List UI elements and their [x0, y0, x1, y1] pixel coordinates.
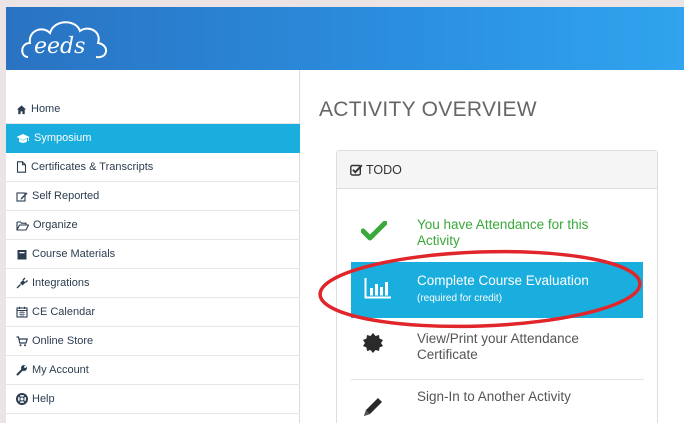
app-window: eeds Home Symposium Certificates & Trans…	[6, 7, 684, 423]
sidebar-item-home[interactable]: Home	[6, 95, 300, 124]
folder-open-icon	[16, 220, 29, 231]
bar-chart-icon	[364, 278, 391, 299]
top-header: eeds	[6, 7, 684, 70]
todo-item-text: Sign-In to Another Activity	[417, 389, 571, 404]
home-icon	[16, 104, 27, 114]
sidebar-item-help[interactable]: Help	[6, 385, 300, 414]
complete-evaluation-button[interactable]: Complete Course Evaluation (required for…	[351, 262, 643, 318]
sidebar-item-label: CE Calendar	[32, 306, 95, 318]
todo-item-certificate[interactable]: View/Print your Attendance Certificate	[337, 321, 657, 376]
certificate-icon	[363, 333, 383, 353]
sidebar: Home Symposium Certificates & Transcript…	[6, 70, 300, 423]
plug-icon	[16, 277, 28, 289]
graduation-cap-icon	[16, 133, 30, 143]
calendar-icon	[16, 306, 28, 318]
todo-item-subtext: (required for credit)	[417, 293, 503, 304]
todo-heading-label: TODO	[366, 162, 402, 177]
checkmark-icon	[361, 221, 387, 241]
sidebar-item-certificates[interactable]: Certificates & Transcripts	[6, 153, 300, 182]
todo-item-text: View/Print your Attendance Certificate	[417, 331, 579, 362]
logo-text: eeds	[34, 34, 85, 59]
sidebar-item-label: Certificates & Transcripts	[31, 161, 154, 173]
sidebar-item-label: Home	[31, 103, 61, 115]
edit-icon	[16, 191, 28, 202]
sidebar-item-self-reported[interactable]: Self Reported	[6, 182, 300, 211]
todo-divider	[351, 379, 644, 380]
checkbox-checked-icon	[350, 164, 363, 176]
sidebar-item-online-store[interactable]: Online Store	[6, 327, 300, 356]
todo-item-text: Complete Course Evaluation	[417, 273, 589, 288]
life-ring-icon	[16, 393, 28, 405]
book-icon	[17, 249, 27, 259]
todo-item-sign-in[interactable]: Sign-In to Another Activity	[337, 381, 657, 423]
sidebar-item-integrations[interactable]: Integrations	[6, 269, 300, 298]
sidebar-item-label: Organize	[33, 219, 78, 231]
sidebar-item-symposium[interactable]: Symposium	[6, 124, 300, 153]
main-content: ACTIVITY OVERVIEW TODO You have Attendan…	[301, 70, 684, 423]
pencil-icon	[364, 398, 382, 416]
sidebar-item-label: Help	[32, 393, 55, 405]
sidebar-item-label: My Account	[32, 364, 89, 376]
sidebar-item-my-account[interactable]: My Account	[6, 356, 300, 385]
sidebar-item-label: Online Store	[32, 335, 94, 347]
todo-panel-heading: TODO	[337, 151, 657, 189]
sidebar-item-label: Integrations	[32, 277, 90, 289]
wrench-icon	[16, 365, 27, 376]
todo-item-text: You have Attendance for this Activity	[417, 217, 589, 248]
sidebar-item-ce-calendar[interactable]: CE Calendar	[6, 298, 300, 327]
sidebar-item-label: Self Reported	[32, 190, 100, 202]
sidebar-item-organize[interactable]: Organize	[6, 211, 300, 240]
eeds-logo[interactable]: eeds	[20, 17, 112, 63]
sidebar-item-course-materials[interactable]: Course Materials	[6, 240, 300, 269]
sidebar-item-label: Course Materials	[32, 248, 116, 260]
file-icon	[16, 161, 27, 173]
page-title: ACTIVITY OVERVIEW	[319, 98, 537, 121]
todo-panel: TODO You have Attendance for this Activi…	[336, 150, 658, 423]
shopping-cart-icon	[16, 335, 28, 346]
sidebar-item-label: Symposium	[34, 132, 92, 144]
todo-item-attendance: You have Attendance for this Activity	[337, 209, 657, 264]
